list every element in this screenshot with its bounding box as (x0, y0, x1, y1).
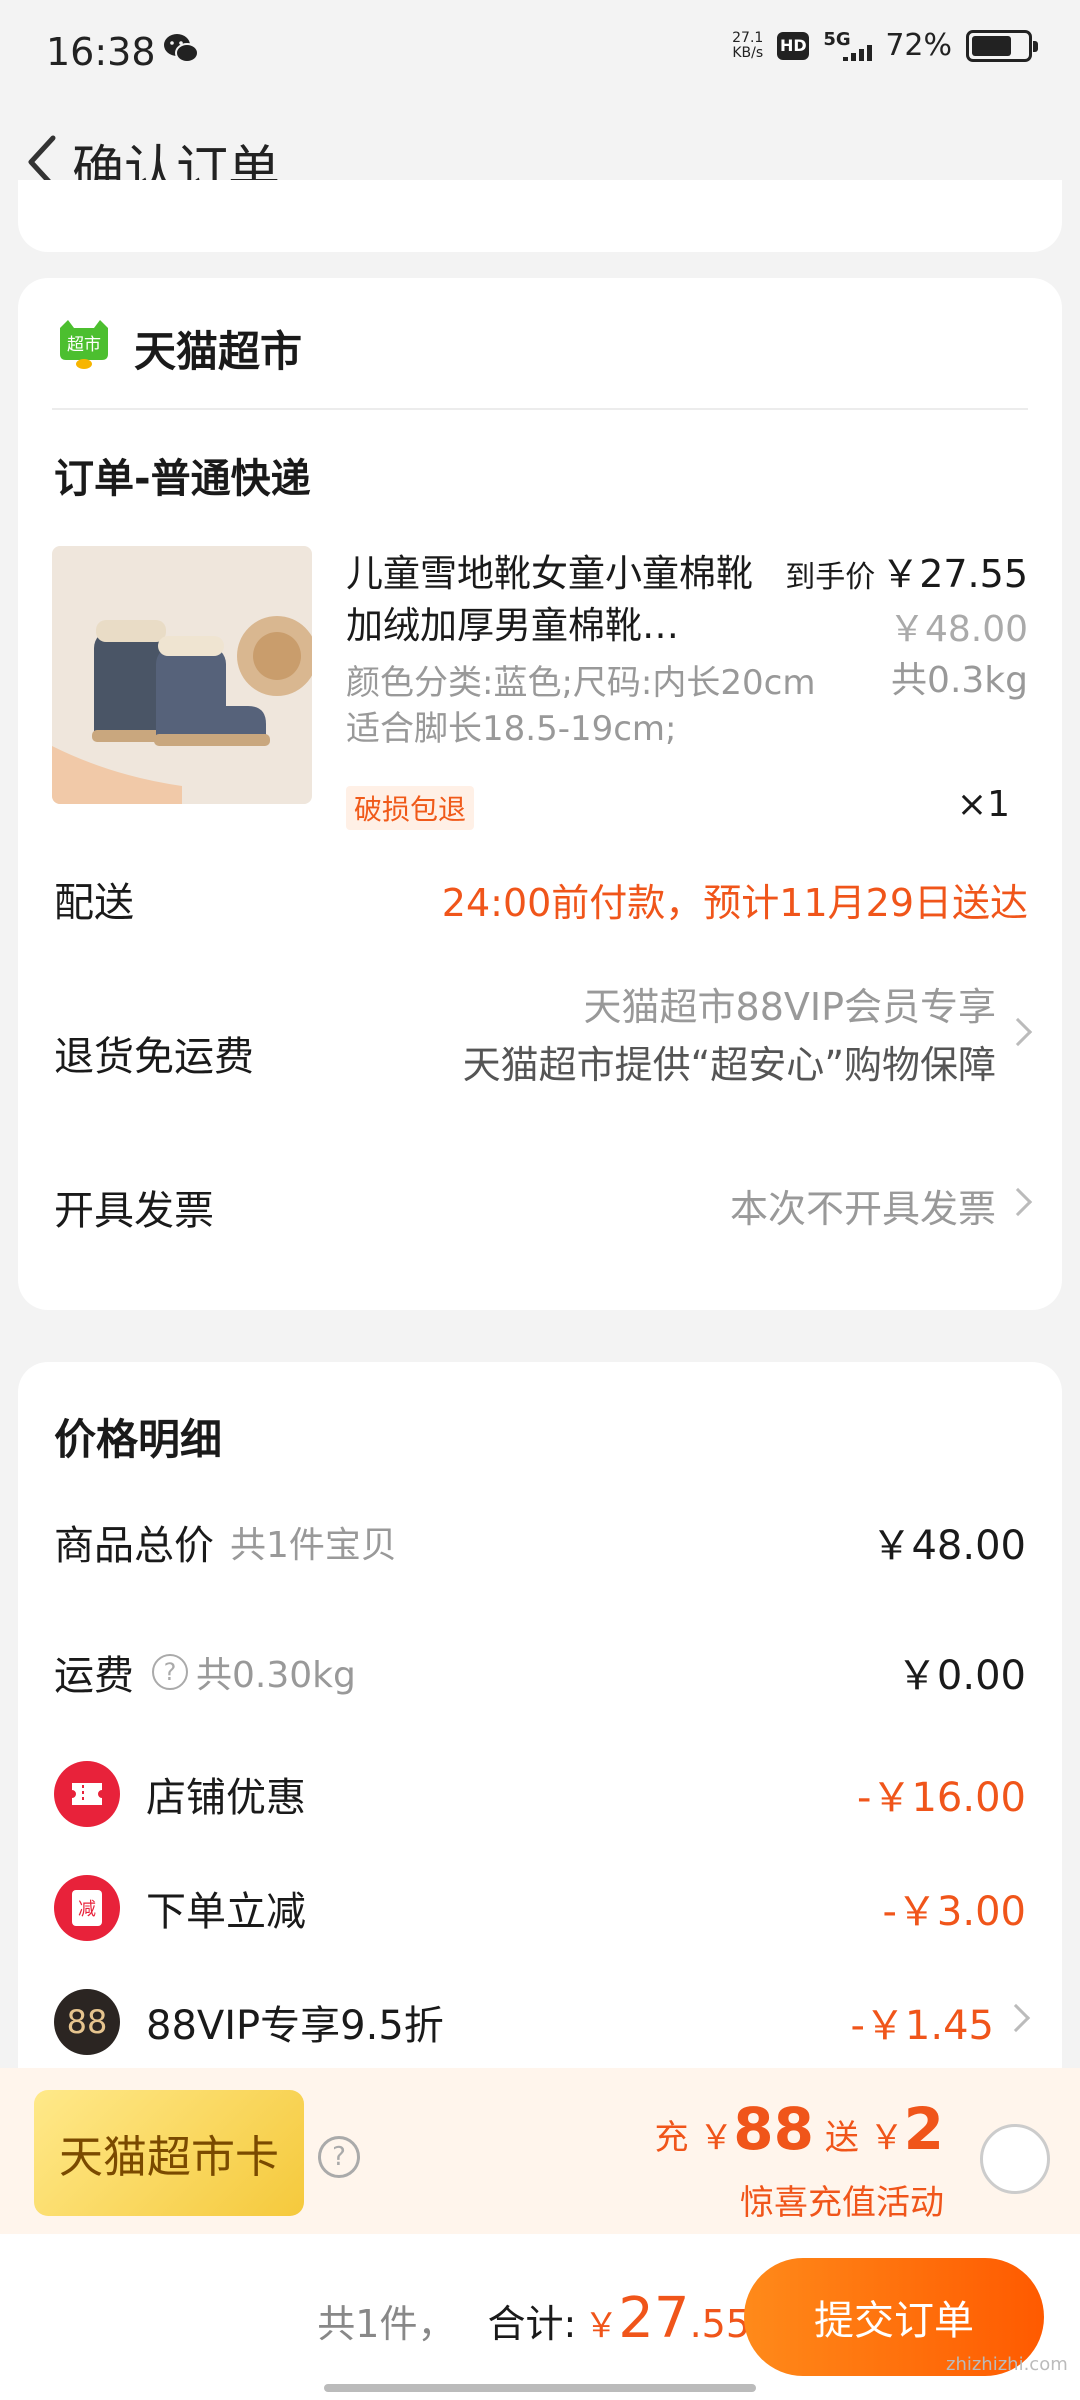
signal-icon: 5G (823, 29, 873, 63)
store-discount-row: 店铺优惠 -￥16.00 (54, 1761, 1026, 1827)
final-price-label: 到手价 (785, 560, 876, 595)
home-indicator[interactable] (324, 2384, 756, 2392)
tmall-card-bar: 天猫超市卡 ? 充 ￥88 送 ￥2 惊喜充值活动 (0, 2068, 1080, 2234)
help-icon[interactable]: ? (318, 2136, 360, 2178)
recharge-promo: 充 ￥88 送 ￥2 惊喜充值活动 (654, 2096, 944, 2224)
status-indicators: 27.1 KB/s HD 5G 72% (732, 28, 1038, 63)
price-detail-card: 价格明细 商品总价 共1件宝贝 ￥48.00 运费 ? 共0.30kg ￥0.0… (18, 1362, 1062, 2122)
quantity: ×1 (956, 784, 1010, 825)
total-count: 共1件， (317, 2302, 456, 2346)
store-discount-label: 店铺优惠 (146, 1775, 306, 1821)
return-shipping-line2: 天猫超市提供“超安心”购物保障 (462, 1043, 996, 1087)
wechat-icon (164, 34, 199, 63)
status-bar: 16:38 27.1 KB/s HD 5G 72% (0, 0, 1080, 104)
shipping-value: ￥0.00 (896, 1653, 1026, 1699)
shipping-label: 运费 (54, 1653, 134, 1699)
help-icon[interactable]: ? (152, 1654, 188, 1690)
vip-discount-label: 88VIP专享9.5折 (146, 2003, 444, 2049)
order-type: 订单-普通快递 (54, 456, 311, 502)
reduce-icon: 减 (54, 1875, 120, 1941)
previous-card (18, 180, 1062, 252)
divider (52, 408, 1028, 410)
net-speed: 27.1 KB/s (732, 29, 764, 61)
total-decimal: .55 (689, 2302, 750, 2346)
goods-total-sub: 共1件宝贝 (230, 1525, 397, 1566)
final-price-line: 到手价 ￥27.55 (785, 548, 1028, 604)
goods-total-row: 商品总价 共1件宝贝 ￥48.00 (54, 1512, 1026, 1572)
total-label: 合计: (487, 2302, 577, 2346)
vip-discount-row[interactable]: 88 88VIP专享9.5折 -￥1.45 (54, 1989, 1031, 2055)
invoice-value: 本次不开具发票 (729, 1187, 996, 1231)
order-total: 共1件， 合计: ￥ 27 .55 (317, 2286, 750, 2351)
logo-text: 超市 (67, 335, 101, 355)
total-currency: ￥ (584, 2306, 619, 2346)
tmall-card-badge[interactable]: 天猫超市卡 (34, 2090, 304, 2216)
recharge-select-radio[interactable] (980, 2124, 1050, 2194)
coupon-icon (54, 1761, 120, 1827)
shipping-sub: 共0.30kg (196, 1655, 356, 1696)
battery-percent: 72% (885, 28, 952, 63)
bottom-bar: 共1件， 合计: ￥ 27 .55 提交订单 (0, 2234, 1080, 2400)
price-column: 到手价 ￥27.55 ￥48.00 共0.3kg (785, 548, 1028, 706)
product-weight: 共0.3kg (891, 660, 1028, 701)
chevron-right-icon (1003, 1017, 1033, 1047)
vip-88-icon: 88 (54, 1989, 120, 2055)
goods-total-label: 商品总价 (54, 1523, 214, 1569)
order-reduce-label: 下单立减 (146, 1889, 306, 1935)
delivery-value: 24:00前付款，预计11月29日送达 (441, 881, 1028, 925)
invoice-label: 开具发票 (54, 1188, 214, 1234)
battery-icon (966, 29, 1038, 62)
recharge-promo-subtitle: 惊喜充值活动 (740, 2183, 944, 2223)
product-title[interactable]: 儿童雪地靴女童小童棉靴加绒加厚男童棉靴… (346, 548, 766, 652)
original-price: ￥48.00 (888, 609, 1028, 650)
order-card: 超市 天猫超市 订单-普通快递 儿童雪地靴女童小童棉靴加绒加厚男童棉靴… 颜色分… (18, 278, 1062, 1310)
vip-discount-value: -￥1.45 (850, 2003, 995, 2049)
recharge-promo-amount: 充 ￥88 送 ￥2 (654, 2095, 944, 2163)
watermark: zhizhizhi.com (946, 2354, 1068, 2375)
invoice-row[interactable]: 本次不开具发票 (729, 1178, 1033, 1233)
return-badge: 破损包退 (346, 786, 475, 830)
delivery-label: 配送 (54, 880, 134, 926)
product-image[interactable] (52, 546, 312, 804)
chevron-right-icon (1001, 2003, 1031, 2033)
chevron-right-icon (1003, 1187, 1033, 1216)
store-discount-value: -￥16.00 (857, 1775, 1026, 1821)
product-spec: 颜色分类:蓝色;尺码:内长20cm 适合脚长18.5-19cm; (346, 663, 816, 749)
hd-icon: HD (777, 31, 810, 60)
return-shipping-label: 退货免运费 (54, 1034, 254, 1080)
goods-total-value: ￥48.00 (871, 1523, 1026, 1569)
store-name[interactable]: 天猫超市 (134, 318, 302, 379)
order-reduce-value: -￥3.00 (882, 1889, 1027, 1935)
order-reduce-row: 减 下单立减 -￥3.00 (54, 1875, 1027, 1941)
total-integer: 27 (618, 2286, 690, 2351)
tmall-supermarket-logo: 超市 (60, 320, 108, 369)
return-shipping-line1: 天猫超市88VIP会员专享 (583, 985, 996, 1029)
status-time: 16:38 (46, 30, 156, 74)
shipping-row: 运费 ? 共0.30kg ￥0.00 (54, 1642, 1026, 1702)
return-shipping-row[interactable]: 天猫超市88VIP会员专享 天猫超市提供“超安心”购物保障 (462, 978, 1033, 1094)
price-detail-title: 价格明细 (54, 1415, 223, 1464)
final-price: ￥27.55 (881, 552, 1028, 596)
